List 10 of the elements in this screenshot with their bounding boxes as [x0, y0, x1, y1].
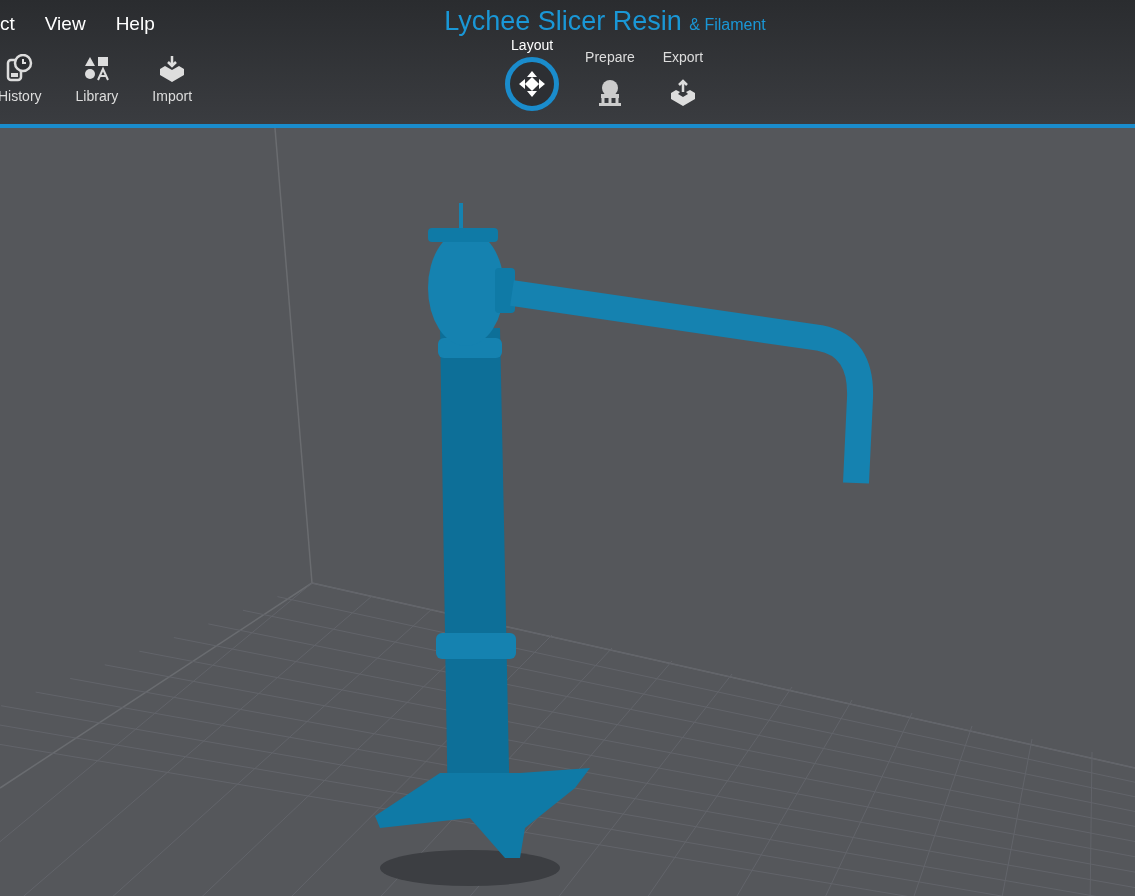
toolbar-button[interactable]: History	[0, 48, 46, 110]
menu-item[interactable]: View	[44, 13, 86, 35]
phone-clock-icon	[4, 54, 35, 84]
app-title: Lychee Slicer Resin & Filament	[444, 6, 766, 37]
menu-item[interactable]: Help	[115, 13, 155, 35]
mode-tab[interactable]: Export	[660, 49, 705, 115]
mode-tab[interactable]: Prepare	[585, 49, 635, 115]
toolbar-button[interactable]: Import	[148, 48, 197, 110]
menu-item[interactable]: ct	[0, 13, 15, 35]
toolbar-button[interactable]: Library	[71, 48, 123, 110]
